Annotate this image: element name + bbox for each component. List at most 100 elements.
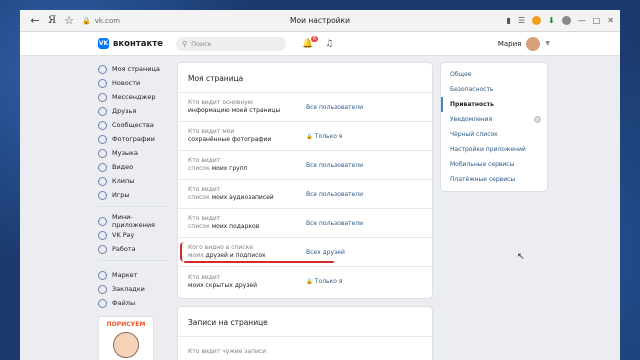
nav-item[interactable]: Новости [98,76,168,90]
label-text: Кто видит [188,157,221,164]
nav-item-icon [98,106,107,116]
settings-menu-item[interactable]: Платёжные сервисы [441,172,547,187]
user-name: Мария [497,39,522,48]
nav-item-icon [98,78,107,88]
privacy-row[interactable]: Кто видит основную информацию моей страни… [178,93,432,122]
privacy-row[interactable]: Кто видит моих скрытых друзей 🔒 Только я [178,267,432,296]
left-navigation: Моя страница Новости Мессенджер Друзья Сообщ… [98,62,168,360]
search-input[interactable] [191,39,272,48]
privacy-row[interactable]: Кого видно в списке моих друзей и подписо… [178,238,432,267]
nav-item-label: Видео [112,163,134,171]
nav-item[interactable]: Друзья [98,104,168,118]
nav-item[interactable]: Фотографии [98,132,168,146]
settings-menu-item[interactable]: Уведомления × [441,112,547,127]
label-text: Кто видит основную [188,99,253,106]
privacy-row[interactable]: Кто видит мои сохранённые фотографии 🔒 Толь… [178,122,432,151]
nav-item[interactable]: Мини-приложения [98,213,168,229]
privacy-value-dropdown[interactable]: 🔒 Только я [306,133,342,140]
chevron-down-icon: ▼ [545,40,550,47]
nav-item[interactable]: Музыка [98,146,168,160]
privacy-value-dropdown[interactable]: 🔒 Только я [306,278,342,285]
privacy-value-text: Всех друзей [306,248,345,256]
nav-item[interactable]: Файлы [98,296,168,310]
nav-item-label: Друзья [112,107,137,115]
nav-item[interactable]: Видео [98,160,168,174]
nav-item-label: Мессенджер [112,93,156,101]
extension-gray-icon[interactable] [561,16,571,25]
settings-menu-item[interactable]: Чёрный список [441,127,547,142]
search-box[interactable]: ⚲ [176,36,286,51]
music-icon[interactable]: ♫ [325,39,333,49]
download-icon[interactable]: ⬇ [548,16,555,25]
privacy-row[interactable]: Кто видит список моих подарков Все пользов… [178,209,432,238]
back-arrow-icon[interactable]: ← [26,14,44,27]
user-menu[interactable]: Мария ▼ [497,36,550,51]
privacy-value-text: Все пользователи [306,219,363,227]
nav-item-icon [98,120,107,130]
nav-item-label: VK Pay [112,231,135,239]
browser-window: ← Я ☆ 🔒 vk.com Мои настройки ▮ ☰ ⬇ — □ ✕… [20,10,620,360]
mouse-cursor-icon: ↖ [517,252,525,262]
browser-tools: ▮ ☰ ⬇ — □ ✕ [506,16,614,25]
minimize-icon[interactable]: — [578,16,586,25]
settings-menu-item[interactable]: Безопасность [441,82,547,97]
privacy-row[interactable]: Кто видит список моих аудиозаписей Все пол… [178,180,432,209]
lock-icon: 🔒 [82,16,91,25]
nav-item[interactable]: Маркет [98,268,168,282]
nav-item[interactable]: Сообщества [98,118,168,132]
privacy-value-dropdown[interactable]: Все пользователи [306,162,363,169]
nav-item-label: Игры [112,191,130,199]
avatar [526,36,541,51]
notifications-bell-icon[interactable]: 🔔 6 [302,35,319,49]
menu-icon[interactable]: ☰ [518,16,525,25]
privacy-value-dropdown[interactable]: Все пользователи [306,104,363,111]
nav-item[interactable]: VK Pay [98,228,168,242]
nav-item[interactable]: Мессенджер [98,90,168,104]
nav-item-icon [98,298,107,308]
settings-menu-item[interactable]: Настройки приложений [441,142,547,157]
nav-item-label: Музыка [112,149,138,157]
url-text: vk.com [94,16,121,25]
privacy-row[interactable]: Кто видит список моих групп Все пользовате… [178,151,432,180]
nav-item[interactable]: Закладки [98,282,168,296]
close-icon[interactable]: ✕ [607,16,614,25]
nav-item[interactable]: Клипы [98,174,168,188]
privacy-row[interactable]: Кто видит чужие записи [178,337,432,360]
nav-item-icon [98,230,107,240]
promo-banner[interactable]: ПОРИСУЕМ [98,316,154,360]
nav-item[interactable]: Работа [98,242,168,256]
nav-item-label: Файлы [112,299,136,307]
privacy-value-dropdown[interactable]: Все пользователи [306,220,363,227]
settings-menu-item[interactable]: Приватность [441,97,547,112]
extension-orange-icon[interactable] [532,16,542,25]
label-emphasis: информацию моей страницы [188,107,281,114]
privacy-value-dropdown[interactable]: Всех друзей [306,249,345,256]
nav-item[interactable]: Игры [98,188,168,202]
promo-image [113,332,139,358]
lock-icon: 🔒 [306,133,313,140]
bookmark-icon[interactable]: ▮ [506,16,510,25]
nav-item[interactable]: Моя страница [98,62,168,76]
settings-menu-item[interactable]: Мобильные сервисы [441,157,547,172]
dismiss-icon[interactable]: × [534,116,541,123]
privacy-value-dropdown[interactable]: Все пользователи [306,191,363,198]
privacy-row-label: Кого видно в списке моих друзей и подписо… [188,244,306,260]
settings-menu-label: Чёрный список [450,131,498,138]
privacy-value-text: Все пользователи [306,103,363,111]
settings-menu-label: Настройки приложений [450,146,526,153]
vk-logo[interactable]: VK вконтакте [98,38,176,49]
nav-item-icon [98,244,107,254]
label-emphasis: моих аудиозаписей [211,194,274,201]
label-text: Кто видит [188,186,221,193]
settings-menu-item[interactable]: Общее [441,67,547,82]
maximize-icon[interactable]: □ [593,16,601,25]
privacy-row-label: Кто видит основную информацию моей страни… [188,99,306,115]
label-emphasis: моих групп [211,165,248,172]
label-text: Кто видит [188,215,221,222]
privacy-value-text: Только я [314,278,343,285]
yandex-logo[interactable]: Я [44,15,60,26]
nav-item-label: Клипы [112,177,135,185]
address-bar[interactable]: 🔒 vk.com [82,17,120,25]
star-icon[interactable]: ☆ [60,14,78,27]
nav-item-icon [98,92,107,102]
